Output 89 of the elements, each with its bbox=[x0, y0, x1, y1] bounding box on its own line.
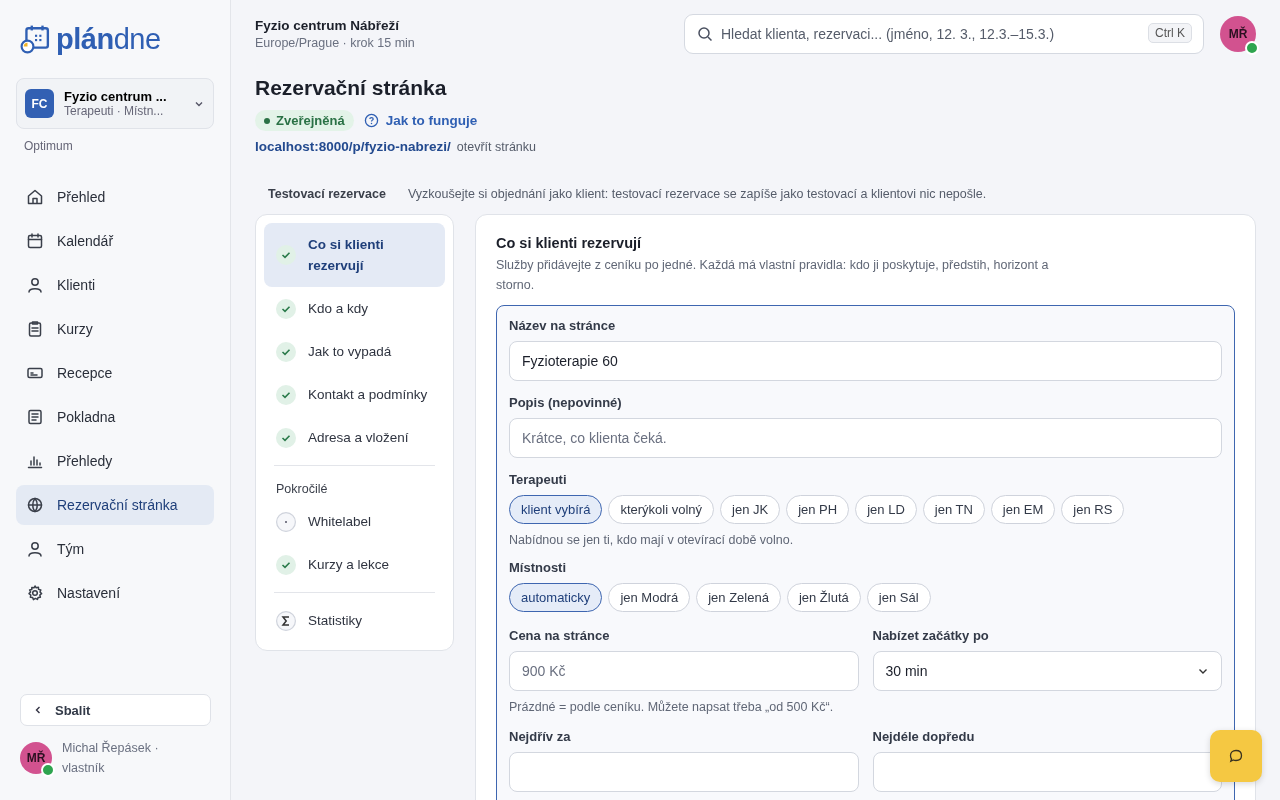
choice-chip[interactable]: jen PH bbox=[786, 495, 850, 524]
nav-item[interactable]: Kalendář bbox=[16, 221, 214, 261]
nav-item[interactable]: Pokladna bbox=[16, 397, 214, 437]
nav-item[interactable]: Recepce bbox=[16, 353, 214, 393]
logo-text: plándne bbox=[56, 22, 161, 56]
logo-icon bbox=[20, 24, 50, 54]
choice-chip[interactable]: jen LD bbox=[855, 495, 917, 524]
choice-chip[interactable]: automaticky bbox=[509, 583, 603, 612]
nav-item[interactable]: Kurzy bbox=[16, 309, 214, 349]
sigma-icon bbox=[276, 610, 296, 631]
open-page-link[interactable]: otevřít stránku bbox=[456, 140, 536, 154]
user-avatar[interactable]: MŘ bbox=[20, 742, 52, 774]
step-item[interactable]: Adresa a vložení bbox=[264, 416, 445, 459]
description-field[interactable]: Krátce, co klienta čeká. bbox=[509, 418, 1222, 458]
section-description: Služby přidávejte z ceníku po jedné. Každá má vlastní pravidla: kdo ji poskytuje, předstih, horizont a storno. bbox=[496, 257, 1050, 294]
choice-chip[interactable]: jen JK bbox=[720, 495, 781, 524]
globe-icon bbox=[26, 496, 44, 514]
section-title: Co si klienti rezervují bbox=[496, 235, 643, 251]
collapse-button[interactable]: Sbalit bbox=[20, 694, 211, 726]
step-item[interactable]: Whitelabel bbox=[264, 500, 445, 543]
test-booking-label: Testovací rezervace bbox=[268, 187, 386, 201]
field-label: Terapeuti bbox=[509, 472, 568, 487]
field-label: Cena na stránce bbox=[509, 628, 611, 643]
latest-field[interactable] bbox=[872, 752, 1222, 792]
user-name: Michal Řepásek · vlastník bbox=[62, 739, 160, 777]
choice-chip[interactable]: klient vybírá bbox=[509, 495, 603, 524]
nav-item[interactable]: Přehledy bbox=[16, 441, 214, 481]
field-hint: Prázdné = podle ceníku. Můžete napsat třeba „od 500 Kč“. bbox=[509, 699, 835, 716]
chat-icon bbox=[1228, 748, 1244, 764]
check-icon bbox=[276, 554, 296, 575]
field-label: Nabízet začátky po bbox=[872, 628, 990, 643]
plan-label: Optimum bbox=[24, 139, 74, 153]
clipboard-icon bbox=[26, 320, 44, 338]
nav-item[interactable]: Rezervační stránka bbox=[16, 485, 214, 525]
step-item[interactable]: Co si klienti rezervují bbox=[264, 223, 445, 287]
step-item[interactable]: Kontakt a podmínky bbox=[264, 373, 445, 416]
chat-button[interactable] bbox=[1210, 730, 1262, 782]
start-interval-dropdown[interactable]: 30 min bbox=[872, 651, 1222, 691]
nav-item[interactable]: Nastavení bbox=[16, 573, 214, 613]
check-icon bbox=[276, 245, 296, 265]
page-title: Rezervační stránka bbox=[255, 76, 448, 100]
search-icon bbox=[697, 26, 713, 42]
settings-icon bbox=[26, 584, 44, 602]
choice-chip[interactable]: jen Zelená bbox=[696, 583, 781, 612]
chevron-left-icon bbox=[33, 705, 43, 715]
section-heading: Pokročilé bbox=[275, 481, 329, 498]
field-label: Popis (nepovinné) bbox=[509, 395, 623, 410]
step-item[interactable]: Statistiky bbox=[264, 599, 445, 642]
test-booking-text: Vyzkoušejte si objednání jako klient: testovací rezervace se zapíše jako testovací a klientovi nic nepošle. bbox=[407, 187, 987, 201]
step-item[interactable]: Kurzy a lekce bbox=[264, 543, 445, 586]
page-url-link[interactable]: localhost:8000/p/fyzio-nabrezi/ bbox=[255, 139, 451, 154]
calendar-icon bbox=[26, 232, 44, 250]
name-field[interactable]: Fyzioterapie 60 bbox=[509, 341, 1222, 381]
step-item[interactable]: Jak to vypadá bbox=[264, 330, 445, 373]
nav-item[interactable]: Přehled bbox=[16, 177, 214, 217]
user-avatar[interactable]: MŘ bbox=[1220, 16, 1256, 52]
field-label: Nejdřív za bbox=[509, 729, 572, 744]
price-field[interactable]: 900 Kč bbox=[509, 651, 859, 691]
choice-chip[interactable]: jen Modrá bbox=[608, 583, 691, 612]
earliest-field[interactable] bbox=[509, 752, 859, 792]
receipt-icon bbox=[26, 408, 44, 426]
business-subtitle: Europe/Prague · krok 15 min bbox=[255, 36, 416, 50]
nav-item[interactable]: Tým bbox=[16, 529, 214, 569]
choice-chip[interactable]: jen RS bbox=[1061, 495, 1125, 524]
field-label: Název na stránce bbox=[509, 318, 617, 333]
business-name: Fyzio centrum Nábřeží bbox=[255, 18, 401, 33]
choice-chip[interactable]: kterýkoli volný bbox=[608, 495, 714, 524]
person-icon bbox=[26, 276, 44, 294]
choice-chip[interactable]: jen TN bbox=[922, 495, 985, 524]
check-icon bbox=[276, 384, 296, 405]
help-link[interactable]: Jak to funguje bbox=[363, 113, 478, 128]
field-label: Místnosti bbox=[509, 560, 568, 575]
help-icon bbox=[363, 113, 379, 128]
check-icon bbox=[276, 427, 296, 448]
person-icon bbox=[26, 540, 44, 558]
nav-item[interactable]: Klienti bbox=[16, 265, 214, 305]
shortcut-hint: Ctrl K bbox=[1148, 23, 1192, 43]
step-item[interactable]: Kdo a kdy bbox=[264, 287, 445, 330]
dot-icon bbox=[276, 511, 296, 532]
status-badge: Zveřejněná bbox=[255, 110, 354, 131]
choice-chip[interactable]: jen EM bbox=[990, 495, 1056, 524]
field-hint: Nabídnou se jen ti, kdo mají v otevírací době volno. bbox=[509, 532, 795, 549]
home-icon bbox=[26, 188, 44, 206]
check-icon bbox=[276, 298, 296, 319]
check-icon bbox=[276, 341, 296, 362]
organization-switcher[interactable]: FC Fyzio centrum ... Terapeuti · Místn... bbox=[16, 78, 214, 129]
field-label: Nejdéle dopředu bbox=[872, 729, 976, 744]
choice-chip[interactable]: jen Žlutá bbox=[786, 583, 861, 612]
choice-chip[interactable]: jen Sál bbox=[866, 583, 931, 612]
